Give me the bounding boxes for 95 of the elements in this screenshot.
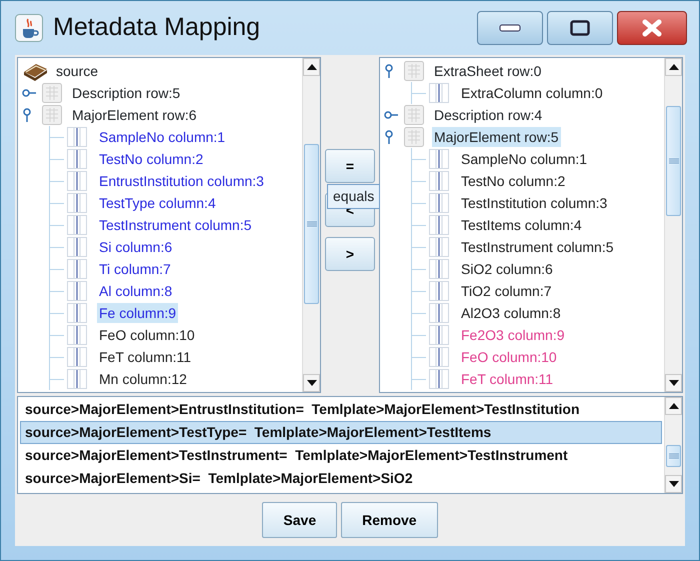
tree-root[interactable]: source xyxy=(54,61,100,81)
column-icon xyxy=(429,259,449,279)
column-icon xyxy=(429,149,449,169)
book-icon xyxy=(22,61,48,81)
tooltip: equals xyxy=(327,184,380,209)
column-icon xyxy=(67,193,87,213)
column-icon xyxy=(67,215,87,235)
column-icon xyxy=(67,149,87,169)
tree-item[interactable]: TiO2 column:7 xyxy=(459,281,554,301)
column-icon xyxy=(429,303,449,323)
down-arrow-icon xyxy=(306,380,316,386)
tree-item[interactable]: ExtraColumn column:0 xyxy=(459,83,605,103)
column-icon xyxy=(429,193,449,213)
scroll-down-button[interactable] xyxy=(303,374,320,392)
scroll-up-button[interactable] xyxy=(665,58,682,76)
tree-item[interactable]: Ti column:7 xyxy=(97,259,173,279)
close-button[interactable] xyxy=(617,11,687,45)
tree-item[interactable]: Fe2O3 column:9 xyxy=(459,325,566,345)
column-icon xyxy=(429,347,449,367)
column-icon xyxy=(429,171,449,191)
column-icon xyxy=(67,171,87,191)
dialog-button[interactable]: Remove xyxy=(341,502,438,538)
table-icon xyxy=(404,61,424,81)
minimize-icon xyxy=(499,24,521,32)
tree-item[interactable]: TestInstrument column:5 xyxy=(97,215,254,235)
column-icon xyxy=(67,347,87,367)
tree-item[interactable]: Al column:8 xyxy=(97,281,174,301)
column-icon xyxy=(67,259,87,279)
up-arrow-icon xyxy=(668,64,678,70)
column-icon xyxy=(67,303,87,323)
table-icon xyxy=(404,127,424,147)
tree-item[interactable]: Description row:4 xyxy=(432,105,544,125)
tree-item[interactable]: Si column:6 xyxy=(97,237,174,257)
mapping-item[interactable]: source>MajorElement>TestType= Temlplate>MajorElement>TestItems xyxy=(20,421,662,444)
tree-item[interactable]: MajorElement row:6 xyxy=(70,105,198,125)
table-icon xyxy=(404,105,424,125)
mapping-button[interactable]: = xyxy=(325,149,375,183)
tree-item[interactable]: Al2O3 column:8 xyxy=(459,303,563,323)
column-icon xyxy=(429,237,449,257)
tree-item[interactable]: FeO column:10 xyxy=(97,325,197,345)
column-icon xyxy=(67,281,87,301)
grip-icon xyxy=(668,453,678,459)
scroll-down-button[interactable] xyxy=(665,374,682,392)
scroll-thumb[interactable] xyxy=(304,144,319,304)
tree-item[interactable]: SiO2 column:6 xyxy=(459,259,555,279)
maximize-icon xyxy=(570,20,590,36)
scroll-up-button[interactable] xyxy=(303,58,320,76)
mapping-item[interactable]: source>MajorElement>EntrustInstitution= Temlplate>MajorElement>TestInstitution xyxy=(20,398,662,421)
tree-item[interactable]: TestType column:4 xyxy=(97,193,218,213)
column-icon xyxy=(429,215,449,235)
mapping-item[interactable]: source>MajorElement>Si= Temlplate>MajorElement>SiO2 xyxy=(20,467,662,490)
grip-icon xyxy=(668,158,678,164)
tree-item[interactable]: MajorElement row:5 xyxy=(432,127,560,147)
tree-item[interactable]: ExtraSheet row:0 xyxy=(432,61,544,81)
close-icon xyxy=(642,19,662,37)
column-icon xyxy=(429,281,449,301)
tree-item[interactable]: FeT column:11 xyxy=(459,369,556,389)
grip-icon xyxy=(306,221,316,227)
column-icon xyxy=(429,83,449,103)
scroll-thumb[interactable] xyxy=(666,106,681,216)
minimize-button[interactable] xyxy=(477,11,543,45)
column-icon xyxy=(67,369,87,389)
column-icon xyxy=(67,325,87,345)
tree-item[interactable]: TestInstitution column:3 xyxy=(459,193,610,213)
maximize-button[interactable] xyxy=(547,11,613,45)
column-icon xyxy=(429,325,449,345)
column-icon xyxy=(67,237,87,257)
tree-item[interactable]: TestNo column:2 xyxy=(97,149,206,169)
tree-item[interactable]: TestItems column:4 xyxy=(459,215,584,235)
tree-item[interactable]: Fe column:9 xyxy=(97,303,178,323)
coffee-cup-icon xyxy=(15,14,43,42)
dialog-button[interactable]: Save xyxy=(262,502,338,538)
scroll-thumb[interactable] xyxy=(666,445,681,467)
tree-item[interactable]: FeT column:11 xyxy=(97,347,194,367)
tree-item[interactable]: TestNo column:2 xyxy=(459,171,568,191)
window-title: Metadata Mapping xyxy=(53,12,260,44)
tree-item[interactable]: FeO column:10 xyxy=(459,347,559,367)
down-arrow-icon xyxy=(668,481,678,487)
column-icon xyxy=(429,369,449,389)
tree-item[interactable]: EntrustInstitution column:3 xyxy=(97,171,266,191)
scroll-up-button[interactable] xyxy=(665,397,682,415)
table-icon xyxy=(42,105,62,125)
tree-item[interactable]: SampleNo column:1 xyxy=(97,127,228,147)
column-icon xyxy=(67,127,87,147)
scroll-down-button[interactable] xyxy=(665,475,682,493)
up-arrow-icon xyxy=(306,64,316,70)
tree-item[interactable]: TestInstrument column:5 xyxy=(459,237,616,257)
mapping-button[interactable]: > xyxy=(325,237,375,271)
tree-item[interactable]: SampleNo column:1 xyxy=(459,149,590,169)
up-arrow-icon xyxy=(668,403,678,409)
table-icon xyxy=(42,83,62,103)
down-arrow-icon xyxy=(668,380,678,386)
tree-item[interactable]: Mn column:12 xyxy=(97,369,189,389)
mapping-item[interactable]: source>MajorElement>TestInstrument= Temlplate>MajorElement>TestInstrument xyxy=(20,444,662,467)
tree-item[interactable]: Description row:5 xyxy=(70,83,182,103)
